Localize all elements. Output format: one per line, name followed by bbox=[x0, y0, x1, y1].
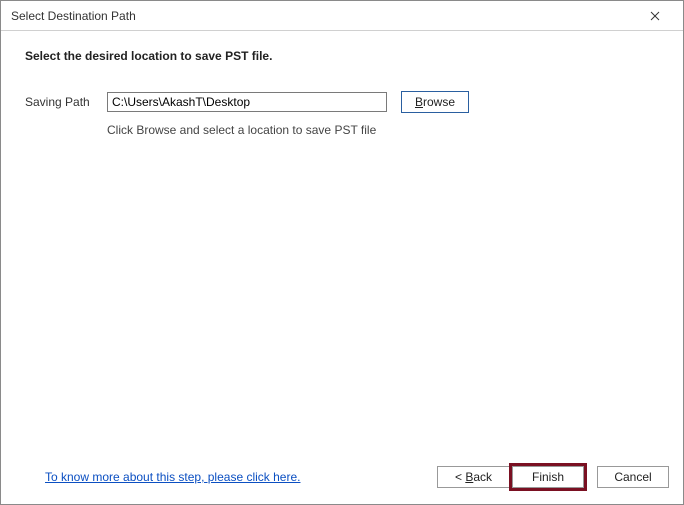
path-row: Saving Path Browse bbox=[25, 91, 659, 113]
close-button[interactable] bbox=[635, 2, 675, 30]
saving-path-input[interactable] bbox=[107, 92, 387, 112]
browse-mnemonic: B bbox=[415, 95, 423, 109]
footer: To know more about this step, please cli… bbox=[1, 450, 683, 504]
browse-button[interactable]: Browse bbox=[401, 91, 469, 113]
back-button[interactable]: < Back bbox=[437, 466, 509, 488]
window-title: Select Destination Path bbox=[11, 9, 635, 23]
hint-text: Click Browse and select a location to sa… bbox=[107, 123, 659, 137]
instruction-text: Select the desired location to save PST … bbox=[25, 49, 659, 63]
dialog-window: Select Destination Path Select the desir… bbox=[0, 0, 684, 505]
finish-button[interactable]: Finish bbox=[512, 466, 584, 488]
back-rest: ack bbox=[473, 470, 492, 484]
help-link[interactable]: To know more about this step, please cli… bbox=[45, 470, 437, 484]
browse-label-rest: rowse bbox=[423, 95, 455, 109]
content-area: Select the desired location to save PST … bbox=[1, 31, 683, 504]
back-prefix: < bbox=[455, 470, 465, 484]
close-icon bbox=[650, 11, 660, 21]
cancel-button[interactable]: Cancel bbox=[597, 466, 669, 488]
titlebar: Select Destination Path bbox=[1, 1, 683, 31]
button-group: < Back Finish Cancel bbox=[437, 463, 669, 491]
saving-path-label: Saving Path bbox=[25, 95, 107, 109]
finish-highlight: Finish bbox=[509, 463, 587, 491]
